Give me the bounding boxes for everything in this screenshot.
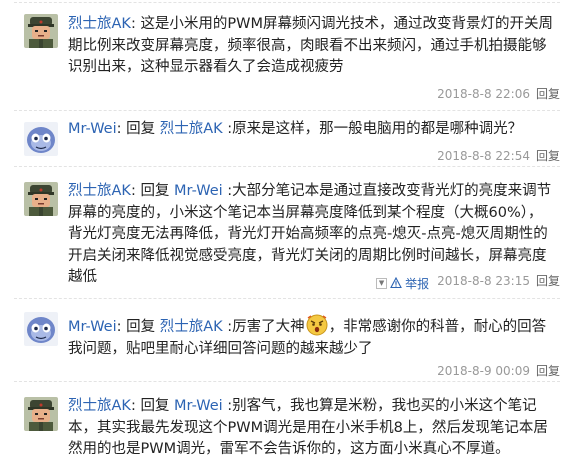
reply-button[interactable]: 回复: [536, 364, 560, 378]
comment-meta: ▼ 举报 2018-8-8 23:15 回复: [376, 272, 560, 292]
reply-button[interactable]: 回复: [536, 274, 560, 288]
reply-to-user-link[interactable]: 烈士旅AK: [160, 319, 223, 335]
reply-prefix: 回复: [140, 398, 175, 414]
comment-body: Mr-Wei: 回复 烈士旅AK :原来是这样，那一般电脑用的都是哪种调光？: [68, 119, 554, 141]
soldier-avatar-icon: [24, 397, 58, 431]
robot-avatar-icon: [24, 312, 58, 346]
reply-to-user-link[interactable]: 烈士旅AK: [160, 121, 223, 137]
robot-avatar[interactable]: [24, 312, 58, 346]
comment-meta: 2018-8-8 22:54 回复: [437, 147, 560, 164]
comment-body: Mr-Wei: 回复 烈士旅AK :厉害了大神 ，非常感谢你的科普，耐心的回答我…: [68, 314, 554, 360]
reply-prefix: 回复: [126, 319, 160, 335]
colon: :: [116, 319, 127, 335]
timestamp: 2018-8-9 00:09: [437, 364, 530, 378]
comment-text: 这是小米用的PWM屏幕频闪调光技术，通过改变背景灯的开关周期比例来改变屏幕亮度，…: [68, 16, 554, 75]
divider: [14, 166, 560, 167]
robot-avatar-icon: [24, 122, 58, 156]
username-link[interactable]: Mr-Wei: [68, 319, 117, 335]
timestamp: 2018-8-8 23:15: [437, 274, 530, 288]
colon: :: [130, 183, 141, 199]
comment-body: 烈士旅AK: 这是小米用的PWM屏幕频闪调光技术，通过改变背景灯的开关周期比例来…: [68, 14, 554, 79]
username-link[interactable]: 烈士旅AK: [68, 16, 131, 32]
divider: [14, 110, 560, 111]
reply-button[interactable]: 回复: [536, 87, 560, 101]
comment-meta: 2018-8-9 00:09 回复: [437, 362, 560, 379]
colon: :: [130, 398, 141, 414]
soldier-avatar[interactable]: [24, 182, 58, 216]
username-link[interactable]: Mr-Wei: [68, 121, 117, 137]
report-link[interactable]: 举报: [405, 275, 429, 292]
comment-text: :原来是这样，那一般电脑用的都是哪种调光？: [222, 121, 523, 137]
divider: [14, 298, 560, 299]
soldier-avatar[interactable]: [24, 14, 58, 48]
reply-prefix: 回复: [140, 183, 175, 199]
shocked-emoji-icon: [306, 314, 328, 336]
divider: [14, 381, 560, 382]
timestamp: 2018-8-8 22:06: [437, 87, 530, 101]
colon: :: [130, 16, 141, 32]
comment-meta: 2018-8-8 22:06 回复: [437, 85, 560, 102]
comment-thread: 烈士旅AK: 这是小米用的PWM屏幕频闪调光技术，通过改变背景灯的开关周期比例来…: [0, 0, 574, 465]
reply-to-user-link[interactable]: Mr-Wei: [174, 398, 223, 414]
comment-body: 烈士旅AK: 回复 Mr-Wei :别客气，我也算是米粉，我也买的小米这个笔记本…: [68, 396, 554, 461]
username-link[interactable]: 烈士旅AK: [68, 398, 131, 414]
report-group: ▼ 举报: [376, 275, 429, 292]
reply-to-user-link[interactable]: Mr-Wei: [174, 183, 223, 199]
divider: [14, 2, 560, 3]
warning-icon: [390, 277, 403, 289]
reply-prefix: 回复: [126, 121, 160, 137]
soldier-avatar-icon: [24, 14, 58, 48]
dropdown-icon[interactable]: ▼: [376, 277, 388, 289]
soldier-avatar-icon: [24, 182, 58, 216]
timestamp: 2018-8-8 22:54: [437, 149, 530, 163]
soldier-avatar[interactable]: [24, 397, 58, 431]
colon: :: [116, 121, 127, 137]
username-link[interactable]: 烈士旅AK: [68, 183, 131, 199]
reply-button[interactable]: 回复: [536, 149, 560, 163]
robot-avatar[interactable]: [24, 122, 58, 156]
comment-text: :厉害了大神: [222, 319, 305, 335]
